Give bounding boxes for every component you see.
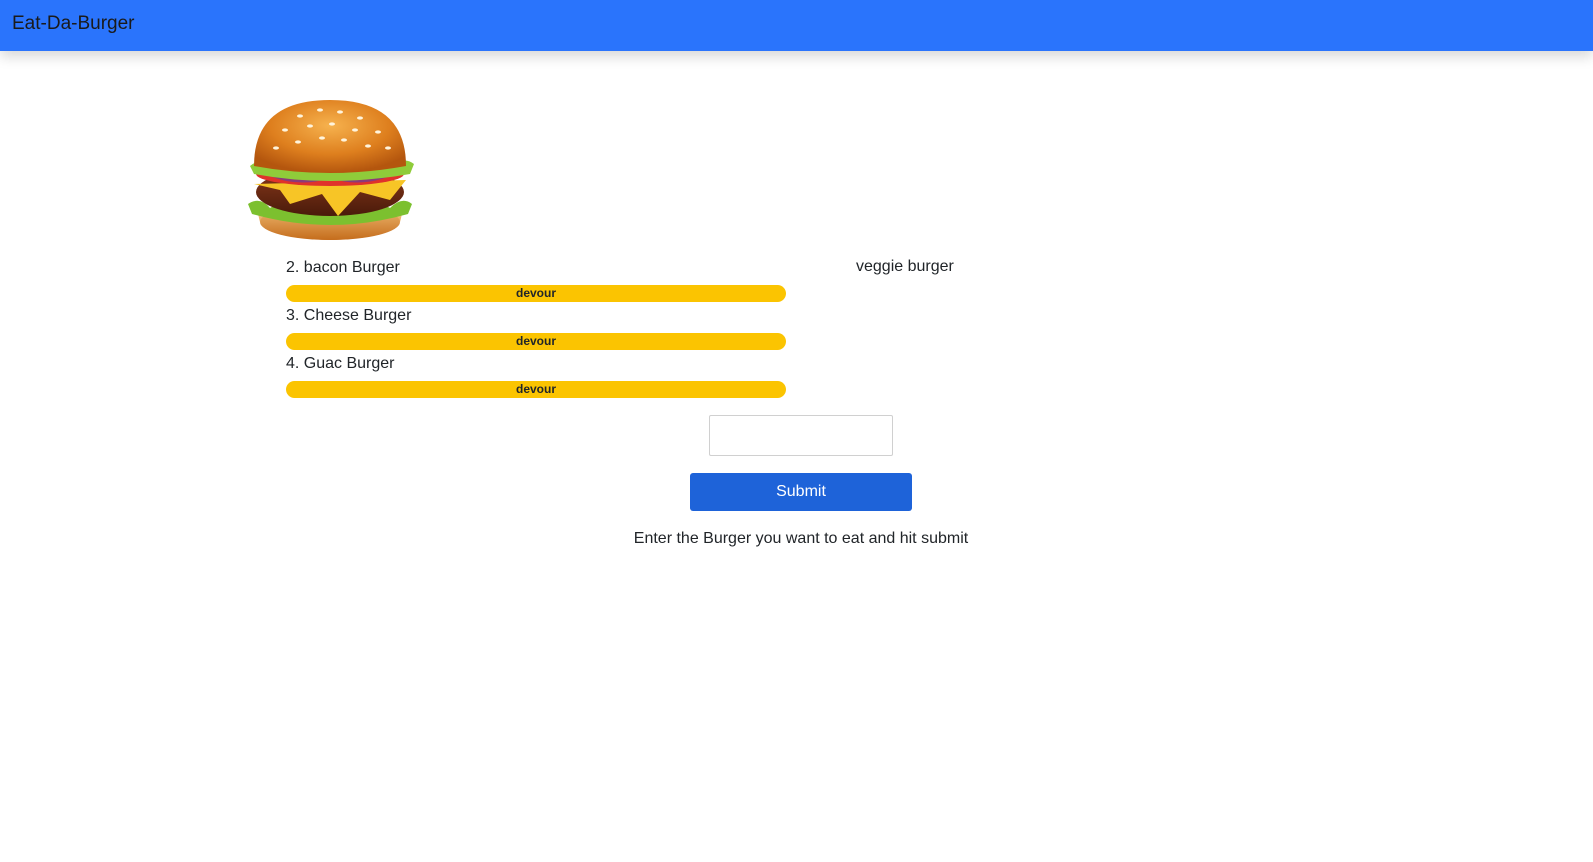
burger-name-input[interactable] [709, 415, 893, 456]
burger-icon [248, 100, 414, 240]
instruction-text: Enter the Burger you want to eat and hit… [633, 530, 969, 547]
burger-item-name: 3. Cheese Burger [286, 307, 412, 324]
devour-button[interactable]: devour [286, 381, 786, 398]
brand-title[interactable]: Eat-Da-Burger [12, 12, 135, 36]
devoured-burger-name: veggie burger [856, 258, 954, 275]
submit-button[interactable]: Submit [690, 473, 912, 511]
burger-item-name: 4. Guac Burger [286, 355, 395, 372]
devour-button[interactable]: devour [286, 285, 786, 302]
navbar: Eat-Da-Burger [0, 0, 1593, 51]
devour-button[interactable]: devour [286, 333, 786, 350]
burger-item-name: 2. bacon Burger [286, 259, 400, 276]
